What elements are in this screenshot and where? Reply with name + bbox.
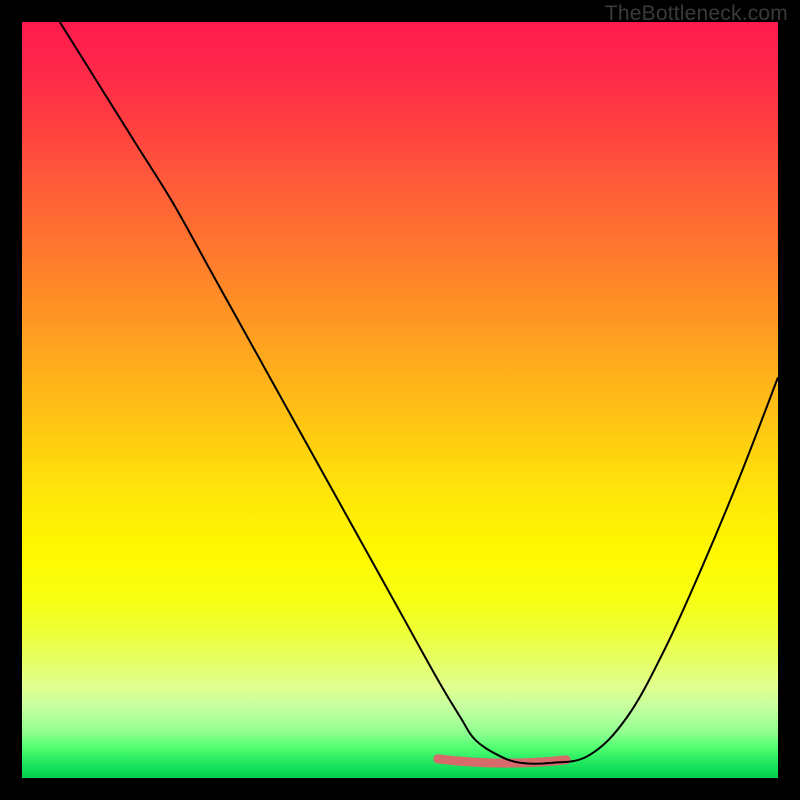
chart-plot-area [22,22,778,778]
watermark-label: TheBottleneck.com [605,2,788,26]
bottleneck-curve [22,0,778,764]
chart-svg [22,22,778,778]
